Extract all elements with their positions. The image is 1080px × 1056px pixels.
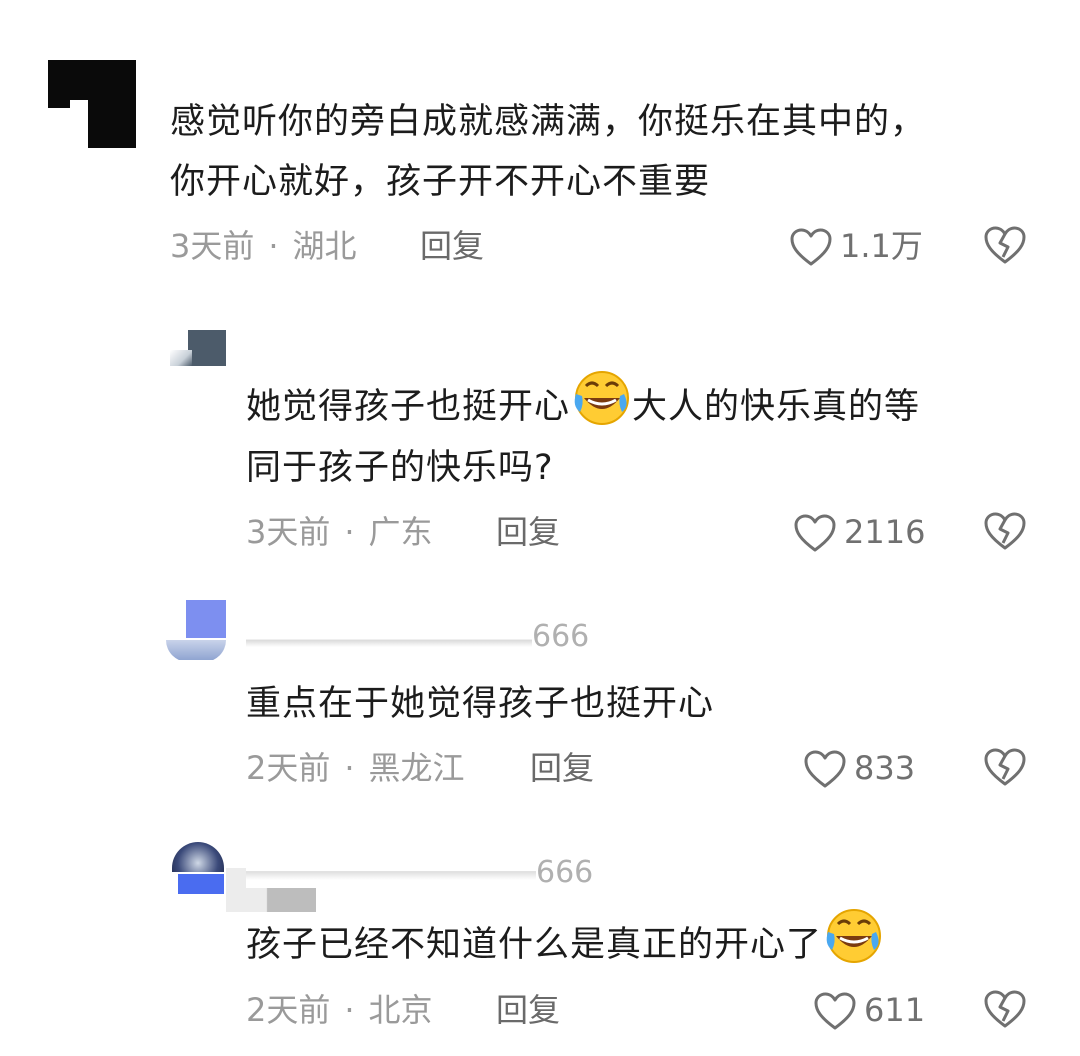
- nickname-fragment: 666: [536, 858, 594, 888]
- comment-meta: 2天前 · 黑龙江: [246, 748, 465, 788]
- comment-meta: 3天前 · 广东: [246, 512, 433, 552]
- avatar[interactable]: [172, 842, 224, 894]
- avatar[interactable]: [48, 60, 136, 148]
- comment-location: 黑龙江: [368, 749, 465, 787]
- heart-outline-icon: [804, 750, 846, 788]
- comment-text-line-1: 孩子已经不知道什么是真正的开心了: [246, 906, 884, 987]
- broken-heart-icon: [984, 226, 1026, 264]
- comment-location: 广东: [368, 513, 433, 551]
- comment-2: 她觉得孩子也挺开心 大人的快乐真的等 同于孩子的快乐吗? 3天前 · 广东 回复 21…: [0, 300, 1080, 580]
- redacted-nickname: [246, 858, 536, 888]
- heart-outline-icon: [794, 514, 836, 552]
- comment-location: 湖北: [292, 227, 357, 265]
- like-count: 611: [864, 991, 926, 1029]
- comment-text-line-1: 重点在于她觉得孩子也挺开心: [246, 684, 715, 724]
- comment-text-part-b: 大人的快乐真的等: [632, 387, 921, 427]
- comment-text-line-2: 同于孩子的快乐吗?: [246, 448, 554, 488]
- avatar[interactable]: [166, 600, 226, 660]
- reply-button[interactable]: 回复: [496, 990, 560, 1030]
- comment-text-line-2: 你开心就好，孩子开不开心不重要: [170, 162, 711, 202]
- comment-1: 感觉听你的旁白成就感满满，你挺乐在其中的， 你开心就好，孩子开不开心不重要 3天…: [0, 0, 1080, 300]
- meta-separator: ·: [268, 227, 279, 265]
- redacted-nickname: [246, 622, 532, 652]
- nickname-fragment: 666: [532, 622, 590, 652]
- comment-text-part-a: 她觉得孩子也挺开心: [246, 387, 571, 427]
- comment-3: 666 重点在于她觉得孩子也挺开心 2天前 · 黑龙江 回复 833: [0, 580, 1080, 820]
- broken-heart-icon: [984, 990, 1026, 1028]
- reply-button[interactable]: 回复: [530, 748, 594, 788]
- like-count: 1.1万: [840, 227, 923, 265]
- meta-separator: ·: [344, 991, 355, 1029]
- nickname-obscured[interactable]: 666: [246, 622, 589, 652]
- comment-time: 3天前: [246, 513, 331, 551]
- like-button[interactable]: 1.1万: [790, 224, 923, 268]
- dislike-button[interactable]: [984, 990, 1026, 1034]
- heart-outline-icon: [790, 228, 832, 266]
- dislike-button[interactable]: [984, 512, 1026, 556]
- meta-separator: ·: [344, 513, 355, 551]
- like-count: 2116: [844, 513, 926, 551]
- like-button[interactable]: 2116: [794, 510, 925, 554]
- comment-4: 666 孩子已经不知道什么是真正的开心了 2天前 · 北京 回复 611: [0, 820, 1080, 1056]
- reply-button[interactable]: 回复: [420, 226, 484, 266]
- rofl-emoji-icon: [570, 368, 632, 449]
- like-button[interactable]: 611: [814, 988, 925, 1032]
- rofl-emoji-icon: [822, 906, 884, 987]
- comment-location: 北京: [368, 991, 433, 1029]
- like-button[interactable]: 833: [804, 746, 915, 790]
- meta-separator: ·: [344, 749, 355, 787]
- comment-meta: 2天前 · 北京: [246, 990, 433, 1030]
- like-count: 833: [854, 749, 916, 787]
- dislike-button[interactable]: [984, 748, 1026, 792]
- comment-meta: 3天前 · 湖北: [170, 226, 357, 266]
- comment-time: 3天前: [170, 227, 255, 265]
- comment-text: 孩子已经不知道什么是真正的开心了: [246, 925, 823, 965]
- comment-time: 2天前: [246, 991, 331, 1029]
- nickname-obscured[interactable]: 666: [246, 858, 593, 888]
- comment-text-line-1: 感觉听你的旁白成就感满满，你挺乐在其中的，: [170, 102, 927, 142]
- avatar[interactable]: [170, 330, 226, 366]
- reply-button[interactable]: 回复: [496, 512, 560, 552]
- broken-heart-icon: [984, 512, 1026, 550]
- dislike-button[interactable]: [984, 226, 1026, 270]
- comment-time: 2天前: [246, 749, 331, 787]
- broken-heart-icon: [984, 748, 1026, 786]
- heart-outline-icon: [814, 992, 856, 1030]
